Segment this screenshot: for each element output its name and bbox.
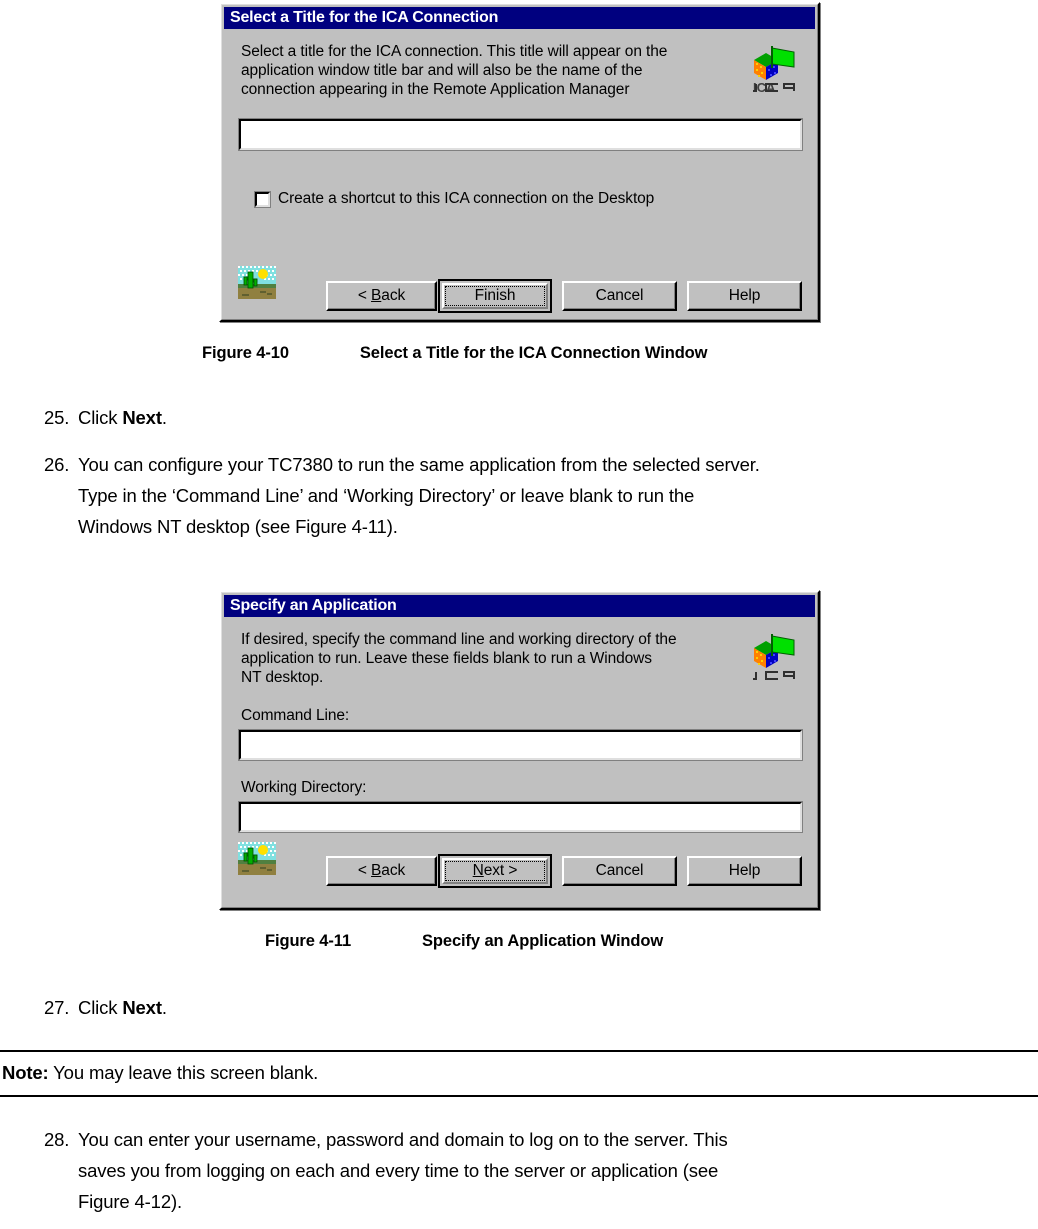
step-26-text: You can configure your TC7380 to run the… <box>78 454 760 537</box>
step-26-number: 26. <box>44 454 70 475</box>
create-shortcut-checkbox[interactable] <box>254 190 271 208</box>
cancel-button-label: Cancel <box>595 287 644 304</box>
figure-4-11-title: Specify an Application Window <box>422 932 664 950</box>
figure-4-10-caption: Figure 4-10 Select a Title for the ICA C… <box>202 344 707 363</box>
step-27-number: 27. <box>44 997 70 1018</box>
step-28-text: You can enter your username, password an… <box>78 1129 728 1212</box>
working-directory-input[interactable] <box>238 801 803 833</box>
dialog-instruction-text: If desired, specify the command line and… <box>241 631 677 686</box>
connection-title-input[interactable] <box>238 118 803 151</box>
command-line-input[interactable] <box>238 729 803 761</box>
dialog-instruction-text: Select a title for the ICA connection. T… <box>241 43 668 98</box>
create-shortcut-label: Create a shortcut to this ICA connection… <box>278 190 655 207</box>
figure-4-10-number: Figure 4-10 <box>202 344 289 362</box>
cactus-desert-icon <box>238 266 276 299</box>
help-button-label: Help <box>728 287 761 304</box>
step-25-number: 25. <box>44 407 70 428</box>
step-25: 25. Click Next. <box>44 402 1004 433</box>
step-26: 26. You can configure your TC7380 to run… <box>44 449 1029 542</box>
back-button[interactable]: < Back <box>326 281 437 311</box>
help-button[interactable]: Help <box>687 281 802 311</box>
dialog-titlebar: Select a Title for the ICA Connection <box>224 7 815 29</box>
step-27-bold: Next <box>122 997 162 1018</box>
next-button[interactable]: Next > <box>438 854 552 888</box>
step-27: 27. Click Next. <box>44 992 1004 1023</box>
select-title-dialog: Select a Title for the ICA Connection Se… <box>219 2 820 322</box>
cancel-button[interactable]: Cancel <box>562 281 677 311</box>
figure-4-10-title: Select a Title for the ICA Connection Wi… <box>359 344 708 362</box>
dialog-title-text: Specify an Application <box>230 597 397 614</box>
step-27-text-after: . <box>161 997 167 1018</box>
cancel-button-label: Cancel <box>595 862 644 879</box>
help-button[interactable]: Help <box>687 856 802 886</box>
dialog-title-text: Select a Title for the ICA Connection <box>230 9 499 26</box>
cactus-desert-icon <box>238 842 276 875</box>
figure-4-11-caption: Figure 4-11 Specify an Application Windo… <box>265 932 663 951</box>
step-25-bold: Next <box>122 407 162 428</box>
create-shortcut-checkbox-row[interactable]: Create a shortcut to this ICA connection… <box>254 190 655 208</box>
finish-button[interactable]: Finish <box>438 279 552 313</box>
specify-application-dialog: Specify an Application If desired, speci… <box>219 590 820 910</box>
ica-logo-icon <box>750 630 798 682</box>
step-25-text-before: Click <box>78 407 123 428</box>
step-28-number: 28. <box>44 1129 70 1150</box>
ica-logo-icon: ICA <box>750 42 798 94</box>
note-body: You may leave this screen blank. <box>48 1062 319 1083</box>
help-button-label: Help <box>728 862 761 879</box>
back-button[interactable]: < Back <box>326 856 437 886</box>
step-27-text-before: Click <box>78 997 123 1018</box>
dialog-titlebar: Specify an Application <box>224 595 815 617</box>
note-bottom-rule <box>0 1095 1038 1097</box>
working-directory-label: Working Directory: <box>241 779 367 796</box>
note-label: Note: <box>2 1062 49 1083</box>
figure-4-11-number: Figure 4-11 <box>265 932 352 950</box>
step-28: 28. You can enter your username, passwor… <box>44 1124 1029 1217</box>
note-text: Note: You may leave this screen blank. <box>2 1060 318 1086</box>
note-top-rule <box>0 1050 1038 1052</box>
step-25-text-after: . <box>161 407 167 428</box>
cancel-button[interactable]: Cancel <box>562 856 677 886</box>
command-line-label: Command Line: <box>241 707 350 724</box>
finish-button-label: Finish <box>474 287 516 304</box>
